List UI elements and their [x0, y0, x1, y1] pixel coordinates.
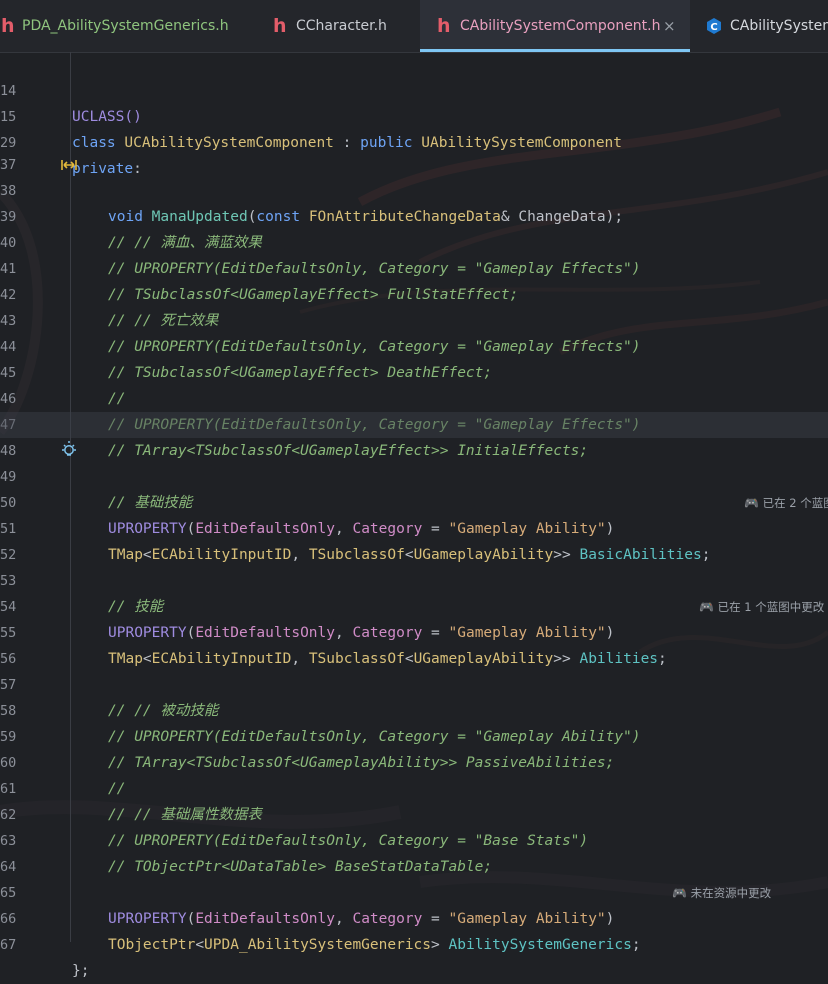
code-line[interactable]: 65 UPROPERTY(EditDefaultsOnly, Category … — [0, 854, 828, 927]
code-line-current[interactable]: 48 — [0, 412, 828, 459]
code-token: > — [431, 937, 449, 953]
code-line[interactable]: 56 — [0, 620, 828, 667]
code-line[interactable]: 43 // UPROPERTY(EditDefaultsOnly, Catego… — [0, 282, 828, 355]
code-token: UPDA_AbilitySystemGenerics — [204, 937, 432, 953]
code-line[interactable]: 66 TObjectPtr<UPDA_AbilitySystemGenerics… — [0, 880, 828, 953]
gamepad-icon: 🎮 — [744, 496, 759, 510]
cpp-file-icon: C — [707, 18, 721, 34]
code-line[interactable]: 39 // // 满血、满蓝效果 — [0, 178, 828, 251]
lightbulb-icon[interactable] — [25, 412, 78, 456]
code-line[interactable]: 62 // UPROPERTY(EditDefaultsOnly, Catego… — [0, 776, 828, 849]
hint-text: 已在 1 个蓝图中更改 — [717, 600, 825, 614]
code-line[interactable]: 40 // UPROPERTY(EditDefaultsOnly, Catego… — [0, 204, 828, 277]
close-icon[interactable]: × — [663, 0, 676, 52]
code-token: TObjectPtr — [108, 937, 196, 953]
code-line[interactable]: 41 // TSubclassOf<UGameplayEffect> FullS… — [0, 230, 828, 303]
code-line[interactable]: 55 TMap<ECAbilityInputID, TSubclassOf<UG… — [0, 594, 828, 667]
hint-text: 未在资源中更改 — [690, 886, 772, 900]
header-file-icon: h — [1, 15, 15, 37]
blueprint-usage-hint[interactable]: 🎮 已在 2 个蓝图 — [744, 490, 828, 516]
tab-label: CCharacter.h — [296, 18, 387, 34]
code-line[interactable]: 57 // // 被动技能 — [0, 646, 828, 719]
code-line[interactable]: 45 // — [0, 334, 828, 407]
code-token: }; — [72, 963, 90, 979]
tab-label: PDA_AbilitySystemGenerics.h — [22, 18, 229, 34]
code-line[interactable]: 53 // 技能 — [0, 542, 828, 615]
code-line[interactable]: 37 void ManaUpdated(const FOnAttributeCh… — [0, 126, 828, 225]
header-file-icon: h — [273, 15, 287, 37]
tab-label: CAbilitySystemComponent.h — [460, 18, 661, 34]
code-line[interactable]: 46 // UPROPERTY(EditDefaultsOnly, Catego… — [0, 360, 828, 433]
blueprint-usage-hint[interactable]: 🎮 未在资源中更改 — [672, 880, 771, 906]
code-line[interactable]: 67 }; — [0, 906, 828, 979]
hint-text: 已在 2 个蓝图 — [762, 496, 828, 510]
implementation-arrow-icon[interactable] — [25, 126, 78, 170]
svg-text:C: C — [710, 22, 717, 33]
editor-tab-bar: h PDA_AbilitySystemGenerics.h h CCharact… — [0, 0, 828, 53]
tab-cability-system[interactable]: C CAbilitySystem — [690, 0, 828, 52]
tab-cability-system-component[interactable]: h CAbilitySystemComponent.h × — [420, 0, 690, 52]
code-line[interactable]: 50 UPROPERTY(EditDefaultsOnly, Category … — [0, 464, 828, 537]
code-line[interactable]: 58 // UPROPERTY(EditDefaultsOnly, Catego… — [0, 672, 828, 745]
code-line[interactable]: 64 — [0, 828, 828, 875]
line-number: 67 — [0, 937, 17, 953]
tab-ccharacter[interactable]: h CCharacter.h — [255, 0, 420, 52]
code-token: < — [195, 937, 205, 953]
code-line[interactable]: 52 — [0, 516, 828, 563]
tab-pda-ability-system-generics[interactable]: h PDA_AbilitySystemGenerics.h — [0, 0, 255, 52]
code-token: AbilitySystemGenerics — [448, 937, 632, 953]
code-line[interactable]: 42 // // 死亡效果 — [0, 256, 828, 329]
code-token: ; — [631, 937, 641, 953]
code-line[interactable]: 49 // 基础技能 — [0, 438, 828, 511]
code-line[interactable]: 38 — [0, 152, 828, 199]
gamepad-icon: 🎮 — [672, 886, 687, 900]
code-line[interactable]: 44 // TSubclassOf<UGameplayEffect> Death… — [0, 308, 828, 381]
code-line[interactable]: 15 class UCAbilitySystemComponent : publ… — [0, 78, 828, 151]
code-line[interactable]: 47 // TArray<TSubclassOf<UGameplayEffect… — [0, 386, 828, 459]
tab-label: CAbilitySystem — [730, 18, 828, 34]
blueprint-usage-hint[interactable]: 🎮 已在 1 个蓝图中更改 — [699, 594, 824, 620]
gamepad-icon: 🎮 — [699, 600, 714, 614]
code-line[interactable]: 60 // — [0, 724, 828, 797]
code-line[interactable]: 61 // // 基础属性数据表 — [0, 750, 828, 823]
code-line[interactable]: 51 TMap<ECAbilityInputID, TSubclassOf<UG… — [0, 490, 828, 563]
header-file-icon: h — [437, 15, 451, 37]
code-line[interactable]: 63 // TObjectPtr<UDataTable> BaseStatDat… — [0, 802, 828, 875]
code-line[interactable]: 59 // TArray<TSubclassOf<UGameplayAbilit… — [0, 698, 828, 771]
code-line[interactable]: 14 UCLASS() — [0, 52, 828, 125]
code-line[interactable]: 54 UPROPERTY(EditDefaultsOnly, Category … — [0, 568, 828, 641]
